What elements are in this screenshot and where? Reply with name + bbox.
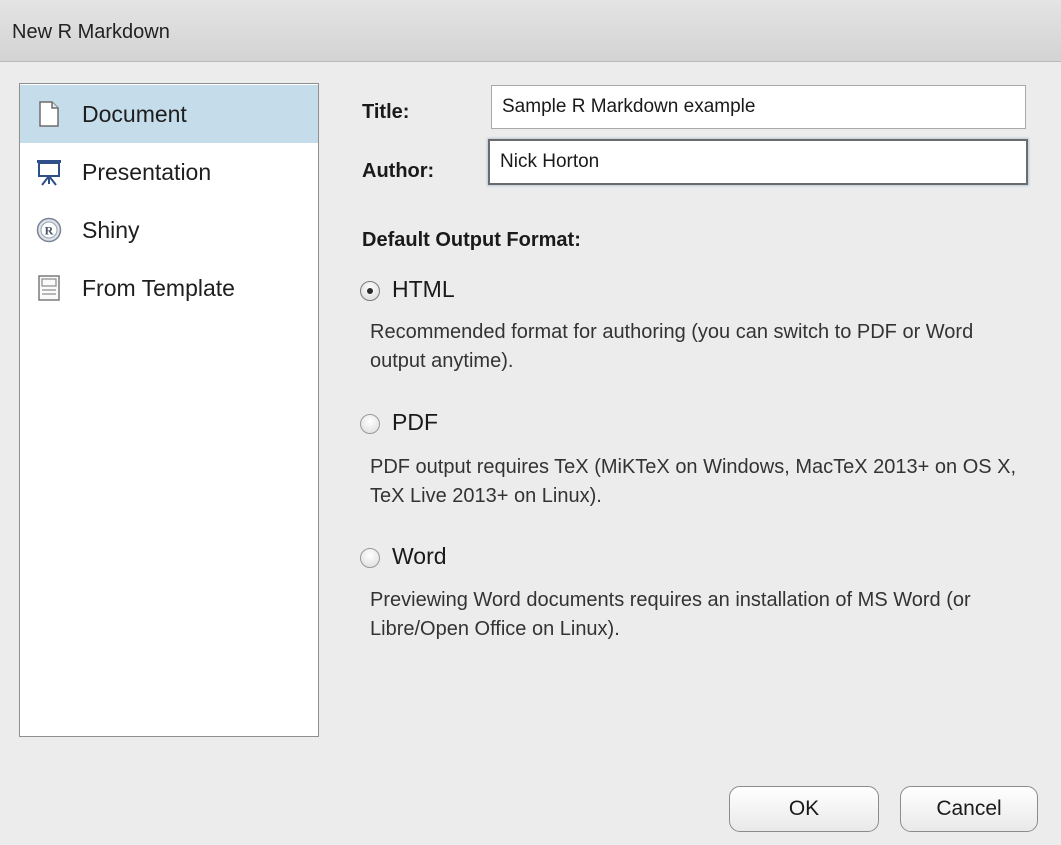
output-format-heading: Default Output Format: — [362, 229, 581, 251]
sidebar-item-from-template[interactable]: From Template — [20, 259, 318, 317]
author-label: Author: — [362, 160, 435, 182]
sidebar-item-label: From Template — [82, 274, 235, 301]
window-title: New R Markdown — [12, 21, 170, 43]
sidebar-item-presentation[interactable]: Presentation — [20, 143, 318, 201]
document-icon — [36, 100, 62, 128]
svg-text:R: R — [45, 224, 54, 238]
ok-button[interactable]: OK — [729, 786, 879, 832]
sidebar-item-label: Presentation — [82, 158, 212, 185]
sidebar-item-document[interactable]: Document — [20, 85, 318, 143]
word-radio-label[interactable]: Word — [392, 543, 447, 570]
document-type-list: Document Presentation R Shiny From Templ… — [19, 83, 319, 737]
html-description: Recommended format for authoring (you ca… — [370, 321, 974, 372]
title-label: Title: — [362, 101, 410, 123]
word-radio-button[interactable] — [360, 548, 380, 568]
sidebar-item-label: Document — [82, 100, 187, 127]
shiny-r-icon: R — [36, 216, 62, 244]
cancel-button[interactable]: Cancel — [900, 786, 1038, 832]
html-radio-label[interactable]: HTML — [392, 276, 455, 303]
presentation-icon — [36, 158, 62, 186]
sidebar-item-shiny[interactable]: R Shiny — [20, 201, 318, 259]
author-input[interactable] — [488, 139, 1028, 185]
pdf-radio-label[interactable]: PDF — [392, 409, 438, 436]
sidebar-item-label: Shiny — [82, 216, 140, 243]
word-description: Previewing Word documents requires an in… — [370, 589, 971, 640]
window-titlebar: New R Markdown — [0, 0, 1061, 62]
pdf-radio-button[interactable] — [360, 414, 380, 434]
template-icon — [36, 274, 62, 302]
pdf-description: PDF output requires TeX (MiKTeX on Windo… — [370, 456, 1017, 507]
title-input[interactable] — [491, 85, 1026, 129]
html-radio-button[interactable] — [360, 281, 380, 301]
